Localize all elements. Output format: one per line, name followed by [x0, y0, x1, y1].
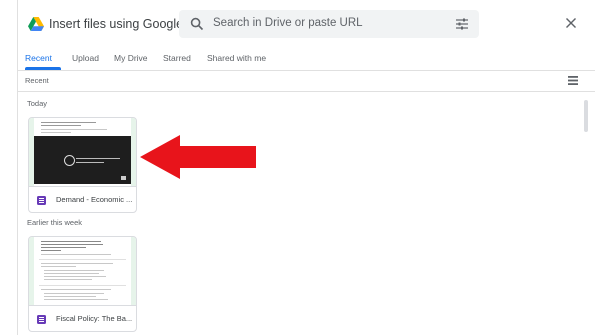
file-thumbnail — [29, 118, 136, 186]
tab-shared-with-me[interactable]: Shared with me — [207, 53, 266, 63]
search-input[interactable]: Search in Drive or paste URL — [213, 17, 363, 29]
section-title-today: Today — [27, 99, 48, 108]
form-preview — [34, 118, 131, 186]
view-label: Recent — [25, 76, 49, 85]
form-file-icon — [37, 315, 46, 324]
file-card[interactable]: Fiscal Policy: The Ba... — [28, 236, 137, 332]
picker-tabs: Recent Upload My Drive Starred Shared wi… — [17, 50, 595, 71]
video-logo-icon — [121, 176, 126, 180]
tab-starred[interactable]: Starred — [163, 53, 191, 63]
file-card-footer: Fiscal Policy: The Ba... — [29, 305, 136, 331]
active-tab-indicator — [25, 67, 61, 70]
file-name: Fiscal Policy: The Ba... — [56, 314, 133, 323]
form-preview — [34, 237, 131, 305]
file-thumbnail — [29, 237, 136, 305]
video-embed — [34, 136, 131, 184]
scrollbar-thumb[interactable] — [584, 100, 588, 132]
tab-my-drive[interactable]: My Drive — [114, 53, 148, 63]
file-name: Demand - Economic ... — [56, 195, 133, 204]
close-icon[interactable] — [564, 16, 578, 30]
picker-header: Insert files using Google Drive Search i… — [0, 0, 595, 50]
tab-recent[interactable]: Recent — [25, 53, 52, 63]
form-file-icon — [37, 196, 46, 205]
red-arrow-annotation — [140, 135, 256, 179]
tab-upload[interactable]: Upload — [72, 53, 99, 63]
list-view-icon[interactable] — [568, 76, 578, 85]
search-icon[interactable] — [190, 17, 204, 31]
file-card-footer: Demand - Economic ... — [29, 186, 136, 212]
search-options-icon[interactable] — [455, 17, 469, 31]
play-icon — [64, 155, 75, 166]
search-box[interactable]: Search in Drive or paste URL — [179, 10, 479, 38]
view-bar: Recent — [17, 71, 595, 92]
google-drive-logo — [28, 17, 44, 31]
file-card[interactable]: Demand - Economic ... — [28, 117, 137, 213]
section-title-earlier-this-week: Earlier this week — [27, 218, 83, 227]
